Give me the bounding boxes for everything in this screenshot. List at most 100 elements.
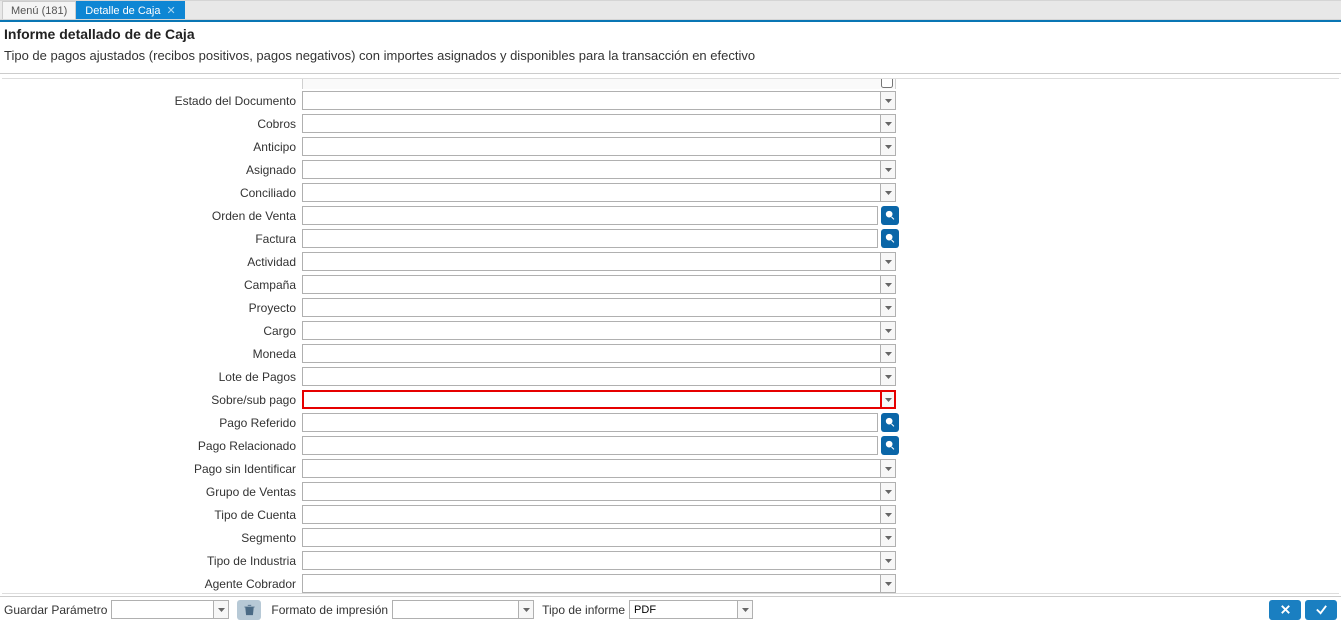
delete-button[interactable] xyxy=(237,600,261,620)
chevron-down-icon[interactable] xyxy=(880,390,896,409)
checkbox-cell xyxy=(302,78,896,89)
chevron-down-icon[interactable] xyxy=(880,367,896,386)
form-row: Cobros xyxy=(2,112,1339,135)
combo-field[interactable] xyxy=(302,298,896,317)
form-row: Pago Referido xyxy=(2,411,1339,434)
chevron-down-icon[interactable] xyxy=(880,344,896,363)
combo-field[interactable] xyxy=(302,275,896,294)
combo-field[interactable] xyxy=(302,344,896,363)
combo-input[interactable] xyxy=(302,321,880,340)
combo-input[interactable] xyxy=(302,298,880,317)
chevron-down-icon[interactable] xyxy=(880,505,896,524)
lookup-button[interactable] xyxy=(881,436,899,455)
field-wrapper xyxy=(302,252,896,271)
form-row: Estado del Documento xyxy=(2,89,1339,112)
combo-input[interactable] xyxy=(302,114,880,133)
combo-input[interactable] xyxy=(302,275,880,294)
combo-input[interactable] xyxy=(302,574,880,593)
chevron-down-icon[interactable] xyxy=(880,321,896,340)
form-inner: Estado del DocumentoCobrosAnticipoAsigna… xyxy=(2,79,1339,594)
combo-field[interactable] xyxy=(302,390,896,409)
lookup-button[interactable] xyxy=(881,206,899,225)
tab-detalle-caja[interactable]: Detalle de Caja ✕ xyxy=(76,1,184,19)
combo-input[interactable] xyxy=(302,505,880,524)
chevron-down-icon[interactable] xyxy=(880,482,896,501)
combo-input[interactable] xyxy=(302,137,880,156)
combo-input[interactable] xyxy=(302,183,880,202)
combo-input[interactable] xyxy=(302,528,880,547)
checkbox-tipo-documento[interactable] xyxy=(881,78,893,88)
combo-field[interactable] xyxy=(302,459,896,478)
combo-field[interactable] xyxy=(302,160,896,179)
chevron-down-icon[interactable] xyxy=(880,551,896,570)
close-icon[interactable]: ✕ xyxy=(166,4,175,17)
field-wrapper xyxy=(302,367,896,386)
search-input[interactable] xyxy=(302,413,878,432)
guardar-parametro-dropdown[interactable] xyxy=(213,600,229,619)
combo-field[interactable] xyxy=(302,321,896,340)
field-wrapper xyxy=(302,229,899,248)
chevron-down-icon[interactable] xyxy=(880,459,896,478)
trash-icon xyxy=(244,604,255,616)
formato-impresion-dropdown[interactable] xyxy=(518,600,534,619)
formato-impresion-input[interactable] xyxy=(392,600,518,619)
lookup-button[interactable] xyxy=(881,229,899,248)
combo-field[interactable] xyxy=(302,505,896,524)
combo-input[interactable] xyxy=(302,390,880,409)
field-wrapper xyxy=(302,114,896,133)
field-wrapper xyxy=(302,91,896,110)
tipo-informe-input[interactable] xyxy=(629,600,737,619)
chevron-down-icon[interactable] xyxy=(880,183,896,202)
field-wrapper xyxy=(302,160,896,179)
formato-impresion-combo[interactable] xyxy=(392,600,534,619)
combo-field[interactable] xyxy=(302,137,896,156)
chevron-down-icon[interactable] xyxy=(880,91,896,110)
chevron-down-icon[interactable] xyxy=(880,114,896,133)
chevron-down-icon[interactable] xyxy=(880,252,896,271)
combo-input[interactable] xyxy=(302,367,880,386)
field-wrapper xyxy=(302,344,896,363)
cancel-button[interactable] xyxy=(1269,600,1301,620)
field-label: Actividad xyxy=(2,255,302,269)
ok-button[interactable] xyxy=(1305,600,1337,620)
chevron-down-icon[interactable] xyxy=(880,528,896,547)
tipo-informe-combo[interactable] xyxy=(629,600,753,619)
combo-field[interactable] xyxy=(302,367,896,386)
combo-field[interactable] xyxy=(302,183,896,202)
field-label: Pago Referido xyxy=(2,416,302,430)
combo-input[interactable] xyxy=(302,160,880,179)
field-wrapper xyxy=(302,275,896,294)
search-input[interactable] xyxy=(302,436,878,455)
tipo-informe-dropdown[interactable] xyxy=(737,600,753,619)
guardar-parametro-input[interactable] xyxy=(111,600,213,619)
chevron-down-icon[interactable] xyxy=(880,298,896,317)
form-scroll-area[interactable]: Estado del DocumentoCobrosAnticipoAsigna… xyxy=(2,78,1339,594)
combo-field[interactable] xyxy=(302,482,896,501)
combo-input[interactable] xyxy=(302,91,880,110)
chevron-down-icon[interactable] xyxy=(880,574,896,593)
chevron-down-icon[interactable] xyxy=(880,137,896,156)
combo-field[interactable] xyxy=(302,528,896,547)
lookup-button[interactable] xyxy=(881,413,899,432)
chevron-down-icon[interactable] xyxy=(880,160,896,179)
search-input[interactable] xyxy=(302,229,878,248)
combo-field[interactable] xyxy=(302,574,896,593)
combo-input[interactable] xyxy=(302,459,880,478)
combo-input[interactable] xyxy=(302,482,880,501)
form-row: Proyecto xyxy=(2,296,1339,319)
guardar-parametro-combo[interactable] xyxy=(111,600,229,619)
combo-input[interactable] xyxy=(302,252,880,271)
field-label: Pago sin Identificar xyxy=(2,462,302,476)
combo-input[interactable] xyxy=(302,344,880,363)
field-wrapper xyxy=(302,482,896,501)
combo-input[interactable] xyxy=(302,551,880,570)
field-label: Grupo de Ventas xyxy=(2,485,302,499)
combo-field[interactable] xyxy=(302,252,896,271)
tab-menu[interactable]: Menú (181) xyxy=(2,1,76,19)
combo-field[interactable] xyxy=(302,91,896,110)
field-label: Cargo xyxy=(2,324,302,338)
combo-field[interactable] xyxy=(302,551,896,570)
chevron-down-icon[interactable] xyxy=(880,275,896,294)
combo-field[interactable] xyxy=(302,114,896,133)
search-input[interactable] xyxy=(302,206,878,225)
